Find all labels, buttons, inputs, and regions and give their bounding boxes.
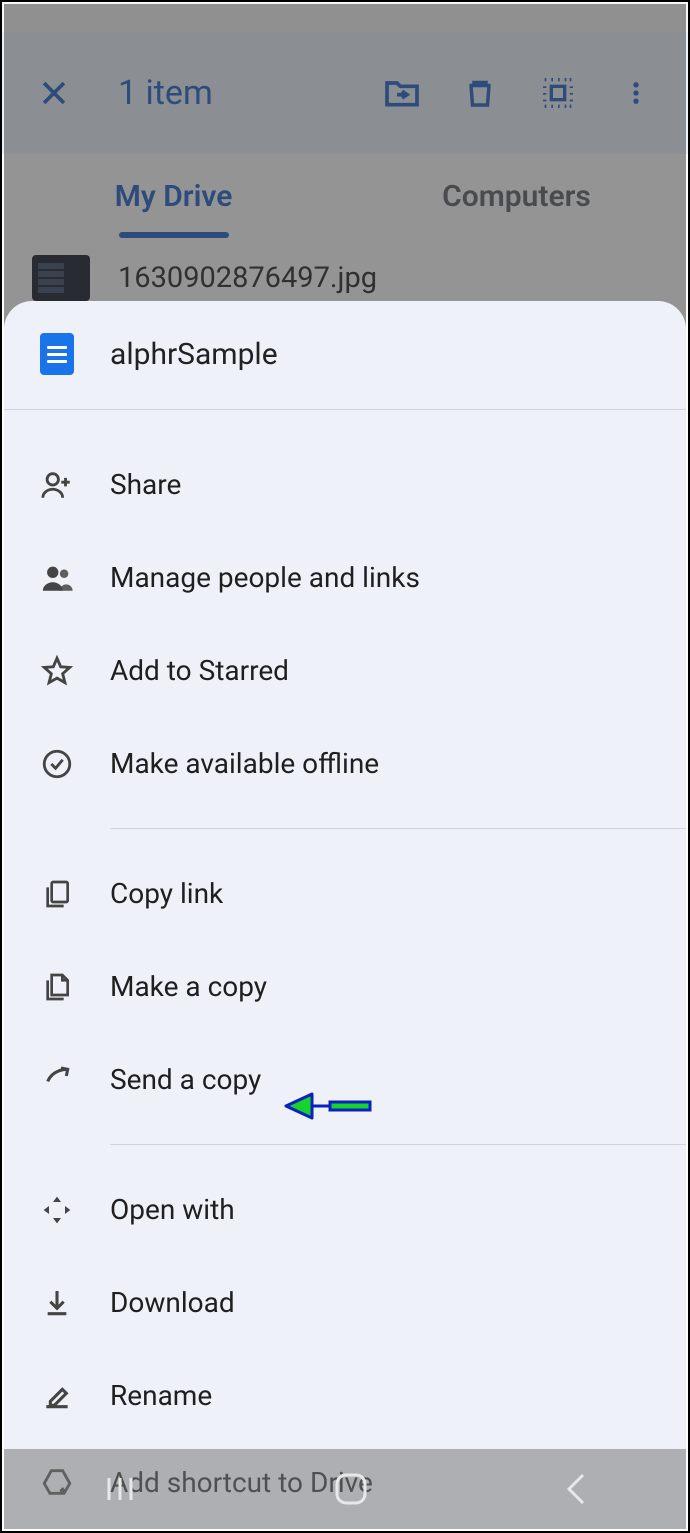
action-label: Share [110,468,181,501]
system-nav-bar [4,1449,686,1529]
open-with-icon [40,1193,74,1227]
copy-link-icon [40,877,74,911]
action-label: Make available offline [110,747,379,780]
action-label: Add to Starred [110,654,289,687]
rename-icon [40,1379,74,1413]
annotation-arrow [282,1080,372,1132]
home-button[interactable] [331,1469,371,1509]
recents-button[interactable] [99,1474,141,1504]
action-label: Make a copy [110,970,267,1003]
action-label: Copy link [110,877,223,910]
action-open-with[interactable]: Open with [4,1163,686,1256]
star-icon [40,654,74,688]
action-available-offline[interactable]: Make available offline [4,717,686,810]
action-label: Manage people and links [110,561,420,594]
action-share[interactable]: Share [4,438,686,531]
action-download[interactable]: Download [4,1256,686,1349]
action-make-copy[interactable]: Make a copy [4,940,686,1033]
sheet-file-name: alphrSample [110,337,278,372]
offline-icon [40,747,74,781]
action-label: Rename [110,1379,212,1412]
sheet-header: alphrSample [4,301,686,409]
action-label: Send a copy [110,1063,261,1096]
action-rename[interactable]: Rename [4,1349,686,1442]
file-copy-icon [40,970,74,1004]
action-add-starred[interactable]: Add to Starred [4,624,686,717]
back-button[interactable] [561,1471,591,1507]
actions-bottom-sheet: alphrSample Share Manage people and link… [4,301,686,1529]
send-icon [40,1063,74,1097]
people-icon [40,561,74,595]
action-copy-link[interactable]: Copy link [4,847,686,940]
download-icon [40,1286,74,1320]
action-label: Open with [110,1193,235,1226]
app-screen: 1 item My Drive Computers 1630902876497.… [0,0,690,1533]
person-add-icon [40,468,74,502]
google-doc-icon [40,333,74,375]
action-manage-people[interactable]: Manage people and links [4,531,686,624]
action-label: Download [110,1286,235,1319]
